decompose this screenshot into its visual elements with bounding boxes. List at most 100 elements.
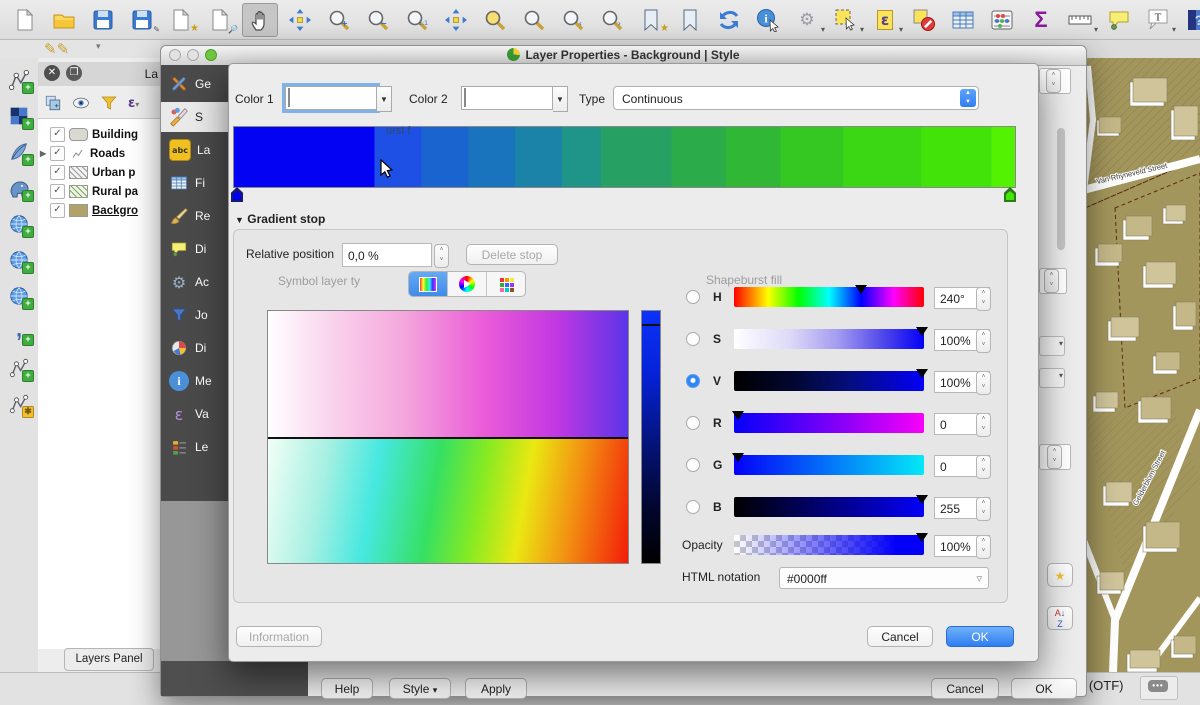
color2-dropdown-icon[interactable]: ▼ [553,86,568,112]
add-postgis-layer-button[interactable]: + [4,174,34,202]
new-bookmark-button[interactable]: ★ [634,4,668,36]
sidebar-item-rendering[interactable]: Re [161,201,229,231]
zoom-last-button[interactable]: ‹ [556,4,590,36]
opacity-slider[interactable] [734,535,924,555]
favorites-button[interactable]: ★ [1047,563,1073,587]
map-tips-button[interactable] [1102,4,1136,36]
measure-button[interactable]: ▾ [1063,4,1097,36]
layers-panel-tab[interactable]: Layers Panel [64,648,154,671]
close-panel-icon[interactable]: ✕ [44,65,60,81]
add-vector-layer-button[interactable]: + [4,66,34,94]
deselect-features-button[interactable] [907,4,941,36]
checkbox-icon[interactable]: ✓ [50,146,65,161]
radio-g[interactable] [686,458,700,472]
zoom-to-selection-button[interactable] [478,4,512,36]
gradient-preview[interactable]: urst f [233,126,1016,188]
add-mssql-layer-button[interactable]: + [4,210,34,238]
slider-handle-icon[interactable] [916,369,928,378]
tab-color-wheel[interactable] [448,272,487,296]
color1-swatch[interactable] [285,86,377,110]
manage-visibility-icon[interactable] [72,94,90,112]
sidebar-item-joins[interactable]: Jo [161,300,229,330]
save-project-as-button[interactable]: ✎ [125,4,159,36]
stepper-icon[interactable]: ˄˅ [1046,69,1061,93]
zoom-out-button[interactable]: − [361,4,395,36]
hidden-dropdown[interactable] [1039,368,1065,388]
add-raster-layer-button[interactable]: + [4,102,34,130]
radio-r[interactable] [686,416,700,430]
field-calculator-button[interactable] [985,4,1019,36]
slider-handle-icon[interactable] [916,533,928,542]
save-project-button[interactable] [86,4,120,36]
add-spatialite-layer-button[interactable]: + [4,138,34,166]
add-group-icon[interactable] [44,94,62,112]
zoom-full-button[interactable] [439,4,473,36]
s-slider[interactable] [734,329,924,349]
add-delimited-text-layer-button[interactable]: + [4,318,34,346]
layer-row-rural[interactable]: ✓ Rural pa [38,182,160,201]
expand-icon[interactable]: ▶ [40,149,50,158]
color-spectrum-box[interactable] [267,310,629,564]
picker-ok-button[interactable]: OK [946,626,1014,647]
identify-features-button[interactable] [751,4,785,36]
stepper-icon[interactable]: ˄˅ [976,413,991,437]
sidebar-item-labels[interactable]: abcLa [161,135,229,165]
checkbox-icon[interactable]: ✓ [50,184,65,199]
h-slider[interactable] [734,287,924,307]
sidebar-item-diagrams[interactable]: Di [161,333,229,363]
sidebar-item-display[interactable]: Di [161,234,229,264]
sidebar-item-legend[interactable]: Le [161,432,229,462]
layer-row-roads[interactable]: ▶ ✓ Roads [38,144,160,163]
text-annotation-button[interactable]: ▾ [1141,4,1175,36]
radio-v[interactable] [686,374,700,388]
b-slider[interactable] [734,497,924,517]
dialog-cancel-button[interactable]: Cancel [931,678,999,699]
new-shapefile-layer-button[interactable]: ✱ [4,390,34,418]
new-print-layout-button[interactable]: ★ [164,4,198,36]
layout-manager-button[interactable]: 🔎 [203,4,237,36]
sidebar-item-fields[interactable]: Fi [161,168,229,198]
zoom-to-layer-button[interactable] [517,4,551,36]
checkbox-icon[interactable]: ✓ [50,203,65,218]
checkbox-icon[interactable]: ✓ [50,165,65,180]
gradient-stop-start[interactable] [231,187,243,202]
style-menu-button[interactable]: Style ▾ [389,678,451,699]
open-project-button[interactable] [47,4,81,36]
dialog-scrollbar[interactable] [1057,128,1065,250]
expression-filter-icon[interactable]: ε▾ [128,96,139,111]
radio-b[interactable] [686,500,700,514]
g-slider[interactable] [734,455,924,475]
select-features-button[interactable]: ▾ [829,4,863,36]
pan-map-button[interactable] [242,3,278,37]
slider-handle-icon[interactable] [732,453,744,462]
radio-s[interactable] [686,332,700,346]
sidebar-item-metadata[interactable]: iMe [161,366,229,396]
hidden-dropdown[interactable] [1039,336,1065,356]
stepper-icon[interactable]: ˄˅ [976,287,991,311]
tab-color-spectrum[interactable] [409,272,448,296]
add-wcs-layer-button[interactable]: + [4,282,34,310]
stepper-icon[interactable]: ˄˅ [434,244,449,268]
pan-to-selection-button[interactable] [283,4,317,36]
gradient-stop-end[interactable] [1004,187,1016,202]
stepper-icon[interactable]: ˄˅ [1047,445,1062,469]
help-button[interactable] [1180,4,1200,36]
checkbox-icon[interactable]: ✓ [50,127,65,142]
gradient-stop-section-header[interactable]: ▼ Gradient stop [235,212,325,226]
r-slider[interactable] [734,413,924,433]
layer-row-background[interactable]: ✓ Backgro [38,201,160,220]
add-wms-layer-button[interactable]: + [4,246,34,274]
value-slider-vertical[interactable] [641,310,661,564]
stepper-icon[interactable]: ˄˅ [976,329,991,353]
color2-swatch[interactable] [461,86,553,110]
open-attribute-table-button[interactable] [946,4,980,36]
zoom-in-button[interactable]: + [322,4,356,36]
radio-h[interactable] [686,290,700,304]
zoom-next-button[interactable]: › [595,4,629,36]
help-button[interactable]: Help [321,678,373,699]
layer-row-building[interactable]: ✓ Building [38,125,160,144]
refresh-button[interactable] [712,4,746,36]
stepper-icon[interactable]: ˄˅ [976,371,991,395]
filter-legend-icon[interactable] [100,94,118,112]
statistical-summary-button[interactable]: Σ [1024,4,1058,36]
